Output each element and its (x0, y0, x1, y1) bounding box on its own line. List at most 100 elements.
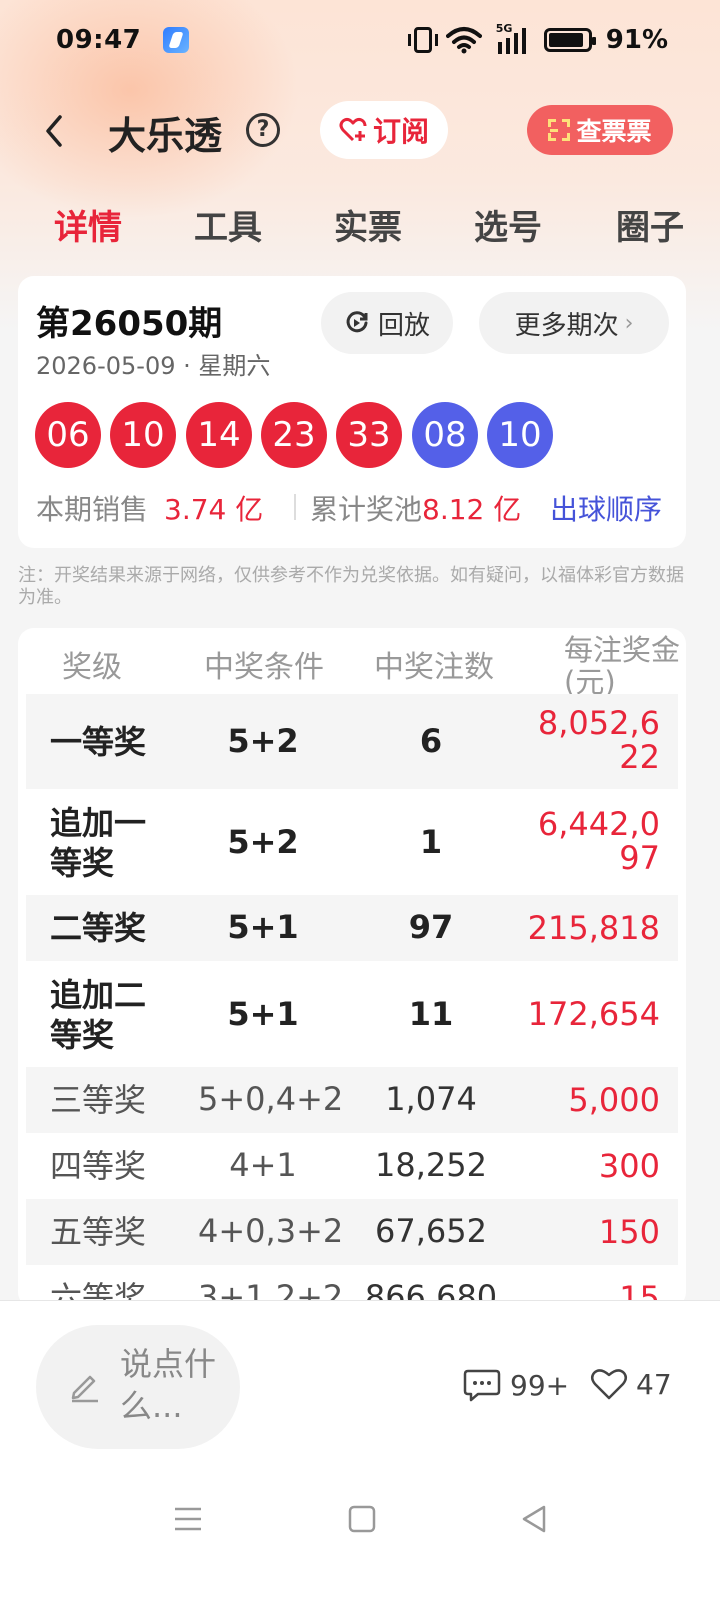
status-time: 09:47 (56, 25, 142, 55)
comments-button[interactable]: 99+ (462, 1367, 569, 1403)
signal-bar (521, 28, 526, 54)
replay-label: 回放 (377, 310, 430, 341)
prize-amount: 172,654 (527, 995, 660, 1033)
sales-value: 3.74 亿 (164, 493, 264, 526)
tab-community[interactable]: 圈子 (616, 200, 684, 249)
page-title: 大乐透 (108, 114, 223, 158)
draw-date: 2026-05-09 · 星期六 (36, 352, 271, 380)
draw-order-link[interactable]: 出球顺序 (550, 488, 662, 528)
header-amount: 每注奖金(元) (564, 633, 681, 699)
prize-level: 追加二等奖 (50, 976, 147, 1054)
more-issues-label: 更多期次 (514, 310, 619, 341)
scan-icon (548, 119, 571, 141)
help-icon[interactable]: ? (246, 113, 280, 147)
table-row: 四等奖 4+1 18,252 300 (26, 1133, 678, 1199)
prize-condition: 4+0,3+2 (198, 1212, 344, 1250)
comment-count: 99+ (510, 1368, 570, 1402)
battery-level (548, 33, 584, 47)
prize-count: 97 (408, 908, 454, 946)
back-ball: 10 (487, 402, 553, 468)
bottom-action-bar: 说点什么... 99+ 47 (0, 1300, 720, 1604)
prize-count: 6 (419, 722, 443, 760)
prize-count: 1 (419, 823, 443, 861)
back-arrow-icon[interactable] (40, 113, 70, 149)
prize-amount: 6,442,097 (537, 805, 660, 877)
sales-summary: 本期销售 3.74 亿 累计奖池 8.12 亿 出球顺序 (36, 488, 676, 528)
more-issues-button[interactable]: 更多期次 › (479, 292, 669, 354)
tab-details[interactable]: 详情 (54, 200, 122, 249)
battery-percent: 91% (605, 25, 668, 55)
prize-level: 三等奖 (50, 1081, 147, 1119)
front-ball: 33 (336, 402, 402, 468)
home-nav-icon[interactable] (346, 1501, 378, 1537)
table-row: 追加二等奖 5+1 11 172,654 (26, 961, 678, 1067)
prize-level: 追加一等奖 (50, 804, 147, 882)
prize-condition: 5+1 (227, 995, 299, 1033)
front-ball: 14 (186, 402, 252, 468)
prize-condition: 5+2 (227, 722, 299, 760)
header-count: 中奖注数 (374, 650, 494, 685)
back-ball: 08 (412, 402, 478, 468)
app-notification-icon (163, 27, 190, 53)
table-row: 五等奖 4+0,3+2 67,652 150 (26, 1199, 678, 1265)
prize-condition: 5+2 (227, 823, 299, 861)
prize-amount: 215,818 (527, 909, 660, 947)
pencil-icon (71, 1375, 98, 1403)
prize-condition: 5+1 (227, 908, 299, 946)
check-ticket-label: 查票票 (576, 117, 652, 146)
like-count: 47 (636, 1367, 672, 1401)
vibrate-icon (407, 27, 438, 53)
menu-nav-icon[interactable] (172, 1501, 204, 1537)
check-ticket-button[interactable]: 查票票 (527, 105, 673, 155)
prize-level: 一等奖 (50, 723, 147, 761)
wifi-icon (445, 27, 482, 54)
comment-placeholder: 说点什么... (120, 1345, 217, 1425)
back-nav-icon[interactable] (518, 1501, 550, 1537)
signal-bar (513, 33, 518, 54)
prize-count: 1,074 (385, 1080, 477, 1118)
cell-signal-icon: 5G (496, 22, 530, 54)
replay-icon (346, 311, 368, 333)
chevron-right-icon: › (624, 310, 634, 336)
prize-amount: 5,000 (568, 1081, 660, 1119)
disclaimer-text: 注：开奖结果来源于网络，仅供参考不作为兑奖依据。如有疑问，以福体彩官方数据为准。 (18, 565, 684, 608)
table-row: 一等奖 5+2 6 8,052,622 (26, 694, 678, 789)
front-ball: 23 (261, 402, 327, 468)
header-level: 奖级 (62, 650, 122, 685)
prize-level: 五等奖 (50, 1213, 147, 1251)
subscribe-button[interactable]: 订阅 (320, 101, 448, 159)
tab-tickets[interactable]: 实票 (334, 200, 402, 249)
tab-tools[interactable]: 工具 (194, 200, 262, 249)
prize-count: 67,652 (375, 1212, 487, 1250)
prize-amount: 300 (598, 1147, 660, 1185)
signal-bar (497, 42, 502, 54)
comment-input[interactable]: 说点什么... (36, 1325, 240, 1449)
divider (294, 494, 296, 520)
signal-bar (505, 38, 510, 54)
prize-level: 二等奖 (50, 909, 147, 947)
heart-icon (591, 1369, 627, 1400)
subscribe-label: 订阅 (372, 115, 429, 148)
prize-rows: 一等奖 5+2 6 8,052,622 追加一等奖 5+2 1 6,442,09… (26, 694, 678, 1308)
front-ball: 10 (110, 402, 176, 468)
status-bar: 09:47 5G 91% (0, 0, 720, 80)
status-indicators: 5G 91% (407, 22, 668, 55)
nav-bar: 大乐透 ? 订阅 查票票 (0, 95, 720, 165)
tab-bar: 详情 工具 实票 选号 圈子 (0, 200, 720, 260)
pool-label: 累计奖池 (310, 493, 423, 526)
heart-plus-icon (339, 117, 367, 142)
prize-amount: 150 (598, 1213, 660, 1251)
like-button[interactable]: 47 (590, 1367, 672, 1401)
tab-pick-numbers[interactable]: 选号 (474, 200, 542, 249)
draw-result-card: 第26050期 2026-05-09 · 星期六 回放 更多期次 › 06 10… (18, 276, 686, 548)
prize-table-header: 奖级 中奖条件 中奖注数 每注奖金(元) (18, 628, 686, 698)
front-ball: 06 (35, 402, 101, 468)
prize-condition: 5+0,4+2 (198, 1080, 344, 1118)
replay-button[interactable]: 回放 (321, 292, 453, 354)
pool-value: 8.12 亿 (422, 493, 522, 526)
table-row: 追加一等奖 5+2 1 6,442,097 (26, 789, 678, 895)
table-row: 二等奖 5+1 97 215,818 (26, 895, 678, 961)
comment-icon (463, 1369, 501, 1402)
battery-icon (543, 28, 596, 52)
prize-condition: 4+1 (229, 1146, 297, 1184)
